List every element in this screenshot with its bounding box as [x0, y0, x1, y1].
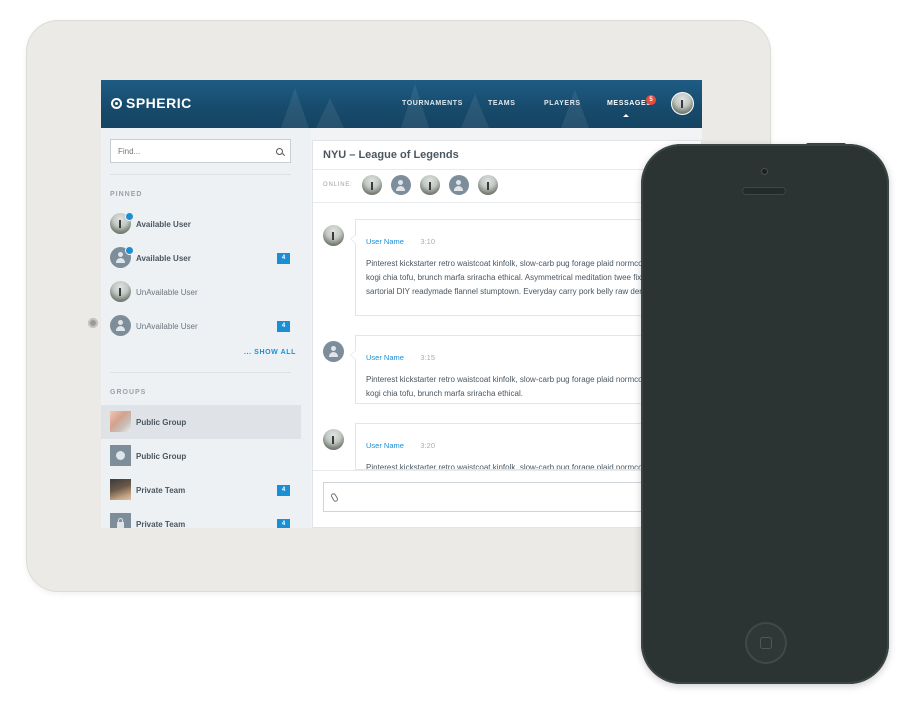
- phone-speaker: [742, 187, 786, 195]
- messages-count-badge: 5: [646, 95, 656, 105]
- group-row[interactable]: Private Team 4: [101, 507, 301, 528]
- online-label: ONLINE:: [323, 182, 353, 188]
- group-name: Private Team: [136, 486, 186, 495]
- unread-count-badge: 4: [277, 253, 290, 264]
- online-user-avatar[interactable]: [420, 175, 440, 195]
- pinned-label: PINNED: [110, 191, 143, 198]
- message-avatar[interactable]: [323, 341, 344, 362]
- chat-title: NYU – League of Legends: [323, 149, 459, 161]
- pinned-user-name: Available User: [136, 220, 191, 229]
- pinned-user-row[interactable]: Available User 4: [101, 241, 301, 275]
- paperclip-icon[interactable]: [330, 492, 339, 503]
- nav-messages[interactable]: MESSAGES: [607, 100, 651, 107]
- brand-logo[interactable]: SPHERIC: [111, 95, 192, 111]
- top-header: SPHERIC TOURNAMENTS TEAMS PLAYERS MESSAG…: [101, 80, 702, 128]
- online-status-dot: [125, 246, 134, 255]
- find-input[interactable]: [110, 139, 291, 163]
- message-composer-input[interactable]: [323, 482, 693, 512]
- unread-count-badge: 4: [277, 321, 290, 332]
- pinned-user-row[interactable]: UnAvailable User 4: [101, 309, 301, 343]
- user-avatar: [110, 281, 131, 302]
- message-time: 3:10: [420, 237, 435, 246]
- message-user-name[interactable]: User Name: [366, 441, 404, 450]
- photo-group-icon: [110, 411, 131, 432]
- nav-tournaments[interactable]: TOURNAMENTS: [402, 100, 463, 107]
- phone-camera: [761, 168, 768, 175]
- message-user-name[interactable]: User Name: [366, 237, 404, 246]
- unread-count-badge: 4: [277, 485, 290, 496]
- group-row[interactable]: Public Group: [101, 405, 301, 439]
- phone-device: [641, 144, 889, 684]
- sidebar-divider: [110, 372, 291, 373]
- online-user-avatar[interactable]: [391, 175, 411, 195]
- app-screen: SPHERIC TOURNAMENTS TEAMS PLAYERS MESSAG…: [101, 80, 702, 528]
- globe-icon: [110, 445, 131, 466]
- online-user-avatar[interactable]: [449, 175, 469, 195]
- sidebar-divider: [110, 174, 291, 175]
- active-nav-caret-icon: [623, 114, 629, 117]
- lock-icon: [110, 513, 131, 528]
- online-user-avatar[interactable]: [362, 175, 382, 195]
- nav-players[interactable]: PLAYERS: [544, 100, 581, 107]
- pinned-user-row[interactable]: UnAvailable User: [101, 275, 301, 309]
- message-time: 3:20: [420, 441, 435, 450]
- profile-avatar[interactable]: [671, 92, 694, 115]
- pinned-user-name: UnAvailable User: [136, 322, 198, 331]
- message-avatar[interactable]: [323, 429, 344, 450]
- online-user-avatar[interactable]: [478, 175, 498, 195]
- message-time: 3:15: [420, 353, 435, 362]
- home-square-icon: [760, 637, 772, 649]
- brand-name: SPHERIC: [126, 95, 192, 111]
- group-name: Private Team: [136, 520, 186, 528]
- nav-teams[interactable]: TEAMS: [488, 100, 516, 107]
- phone-home-button: [745, 622, 787, 664]
- unread-count-badge: 4: [277, 519, 290, 528]
- message-avatar[interactable]: [323, 225, 344, 246]
- pinned-user-name: Available User: [136, 254, 191, 263]
- group-name: Public Group: [136, 452, 187, 461]
- online-status-dot: [125, 212, 134, 221]
- groups-label: GROUPS: [110, 389, 147, 396]
- sphere-logo-icon: [111, 97, 122, 109]
- group-row[interactable]: Private Team 4: [101, 473, 301, 507]
- search-icon[interactable]: [276, 148, 283, 155]
- tablet-camera: [88, 318, 98, 328]
- default-user-avatar: [110, 315, 131, 336]
- group-name: Public Group: [136, 418, 187, 427]
- photo-team-icon: [110, 479, 131, 500]
- pinned-user-name: UnAvailable User: [136, 288, 198, 297]
- show-all-link[interactable]: ... SHOW ALL: [244, 349, 296, 356]
- group-row[interactable]: Public Group: [101, 439, 301, 473]
- pinned-user-row[interactable]: Available User: [101, 207, 301, 241]
- message-user-name[interactable]: User Name: [366, 353, 404, 362]
- sidebar: PINNED Available User Available User 4 U…: [101, 128, 311, 528]
